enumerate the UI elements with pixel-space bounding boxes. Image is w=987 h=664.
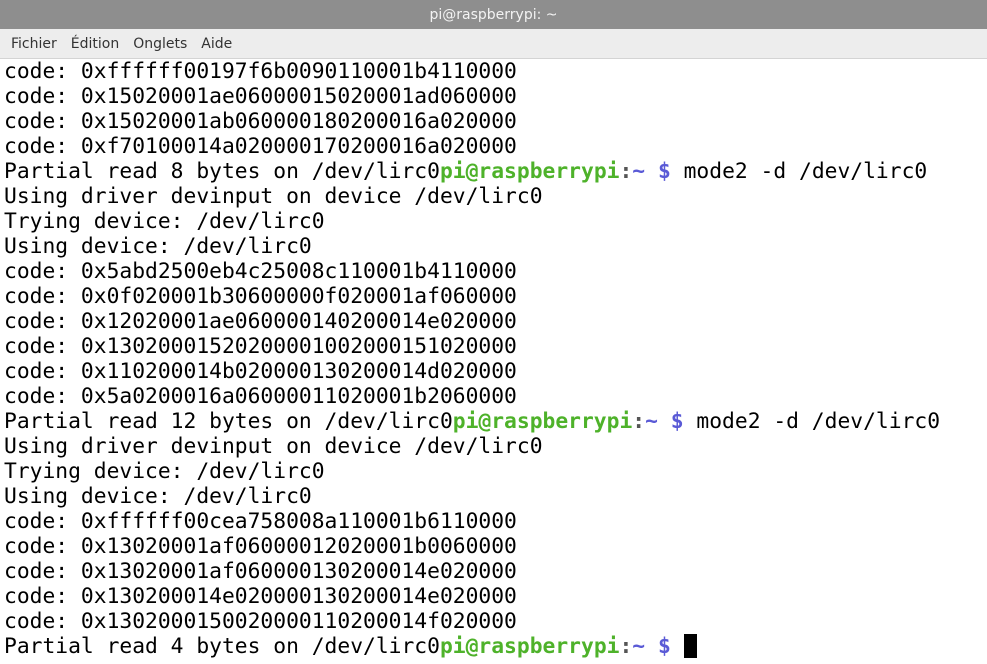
terminal-line-text: Partial read 8 bytes on /dev/lirc0 [4, 159, 440, 184]
terminal-line: code: 0x130200014e020000130200014e020000 [4, 584, 987, 609]
terminal-line: code: 0x12020001ae060000140200014e020000 [4, 309, 987, 334]
prompt-user-host: pi@raspberrypi [439, 159, 620, 184]
terminal-line-text: Using device: /dev/lirc0 [4, 484, 312, 509]
terminal-line: Partial read 8 bytes on /dev/lirc0pi@ras… [4, 159, 987, 184]
terminal-line-text: code: 0x1302000150020000110200014f020000 [4, 609, 517, 634]
terminal-command [671, 634, 684, 659]
terminal-line-text: code: 0x0f020001b30600000f020001af060000 [4, 284, 517, 309]
terminal-line-text: code: 0xf70100014a020000170200016a020000 [4, 134, 517, 159]
window-titlebar[interactable]: pi@raspberrypi: ~ [0, 0, 987, 29]
terminal-line: Partial read 12 bytes on /dev/lirc0pi@ra… [4, 409, 987, 434]
terminal-line-text: Using driver devinput on device /dev/lir… [4, 184, 543, 209]
terminal-line-text: Partial read 4 bytes on /dev/lirc0 [4, 634, 440, 659]
terminal-line-text: Using device: /dev/lirc0 [4, 234, 312, 259]
menu-file[interactable]: Fichier [4, 36, 64, 52]
terminal-line: Using driver devinput on device /dev/lir… [4, 434, 987, 459]
terminal-line: code: 0x110200014b020000130200014d020000 [4, 359, 987, 384]
prompt-user-host: pi@raspberrypi [452, 409, 633, 434]
terminal-line-text: Trying device: /dev/lirc0 [4, 459, 325, 484]
prompt-separator: : [619, 634, 633, 659]
terminal-line-text: Trying device: /dev/lirc0 [4, 209, 325, 234]
terminal-line: code: 0x13020001af06000012020001b0060000 [4, 534, 987, 559]
terminal-line: Using device: /dev/lirc0 [4, 234, 987, 259]
terminal-line-text: code: 0x13020001af060000130200014e020000 [4, 559, 517, 584]
terminal-line: code: 0x15020001ae06000015020001ad060000 [4, 84, 987, 109]
terminal-line: Using driver devinput on device /dev/lir… [4, 184, 987, 209]
terminal-line: Partial read 4 bytes on /dev/lirc0pi@ras… [4, 634, 987, 659]
menu-tabs[interactable]: Onglets [126, 36, 194, 52]
menu-help[interactable]: Aide [194, 36, 239, 52]
window-title: pi@raspberrypi: ~ [429, 6, 558, 23]
terminal-line: code: 0xffffff00cea758008a110001b6110000 [4, 509, 987, 534]
terminal-line: code: 0x0f020001b30600000f020001af060000 [4, 284, 987, 309]
terminal-line-text: code: 0x130200014e020000130200014e020000 [4, 584, 517, 609]
terminal-line: code: 0x13020001520200001002000151020000 [4, 334, 987, 359]
terminal-command: mode2 -d /dev/lirc0 [683, 409, 941, 434]
prompt-dollar: $ [670, 409, 684, 434]
terminal-line: Trying device: /dev/lirc0 [4, 459, 987, 484]
terminal-line-text: code: 0xffffff00197f6b0090110001b4110000 [4, 59, 517, 84]
terminal-line-text: code: 0xffffff00cea758008a110001b6110000 [4, 509, 517, 534]
terminal-line-text: code: 0x15020001ab060000180200016a020000 [4, 109, 517, 134]
terminal-line: code: 0x15020001ab060000180200016a020000 [4, 109, 987, 134]
terminal-line-text: code: 0x12020001ae060000140200014e020000 [4, 309, 517, 334]
terminal-line: code: 0x1302000150020000110200014f020000 [4, 609, 987, 634]
terminal-line-text: Partial read 12 bytes on /dev/lirc0 [4, 409, 453, 434]
terminal-line-text: code: 0x5abd2500eb4c25008c110001b4110000 [4, 259, 517, 284]
prompt-separator: : [619, 159, 633, 184]
terminal-line: Using device: /dev/lirc0 [4, 484, 987, 509]
terminal-command: mode2 -d /dev/lirc0 [670, 159, 928, 184]
prompt-user-host: pi@raspberrypi [439, 634, 620, 659]
terminal-line: code: 0xf70100014a020000170200016a020000 [4, 134, 987, 159]
terminal-output[interactable]: code: 0xffffff00197f6b0090110001b4110000… [0, 59, 987, 664]
menu-bar: Fichier Édition Onglets Aide [0, 29, 987, 59]
terminal-line: code: 0x5a0200016a06000011020001b2060000 [4, 384, 987, 409]
prompt-path: ~ [645, 409, 658, 434]
terminal-line: code: 0x13020001af060000130200014e020000 [4, 559, 987, 584]
terminal-cursor [683, 634, 697, 658]
terminal-line-text: code: 0x13020001520200001002000151020000 [4, 334, 517, 359]
terminal-line-text: code: 0x110200014b020000130200014d020000 [4, 359, 517, 384]
terminal-line-text: code: 0x15020001ae06000015020001ad060000 [4, 84, 517, 109]
prompt-path: ~ [632, 159, 646, 184]
terminal-line: code: 0x5abd2500eb4c25008c110001b4110000 [4, 259, 987, 284]
terminal-line-text: Using driver devinput on device /dev/lir… [4, 434, 543, 459]
menu-edit[interactable]: Édition [64, 36, 126, 52]
terminal-line: code: 0xffffff00197f6b0090110001b4110000 [4, 59, 987, 84]
terminal-line: Trying device: /dev/lirc0 [4, 209, 987, 234]
prompt-separator: : [632, 409, 646, 434]
prompt-path: ~ [632, 634, 646, 659]
prompt-dollar: $ [657, 159, 671, 184]
terminal-line-text: code: 0x5a0200016a06000011020001b2060000 [4, 384, 517, 409]
prompt-dollar: $ [657, 634, 671, 659]
terminal-line-text: code: 0x13020001af06000012020001b0060000 [4, 534, 517, 559]
